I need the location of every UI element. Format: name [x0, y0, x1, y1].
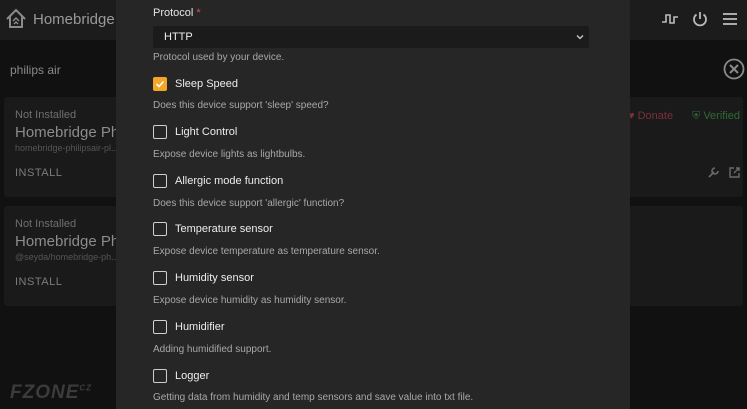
- temperature-sensor-checkbox[interactable]: [153, 222, 167, 236]
- light-control-label: Light Control: [175, 126, 238, 138]
- required-marker: *: [196, 7, 201, 19]
- humidifier-help: Adding humidified support.: [153, 344, 272, 355]
- protocol-select-value: HTTP: [164, 31, 193, 43]
- plugin-package: homebridge-philipsair-pl...: [15, 143, 119, 153]
- donate-link[interactable]: ♥ Donate: [628, 110, 673, 122]
- light-control-checkbox[interactable]: [153, 125, 167, 139]
- verified-label: Verified: [703, 110, 741, 122]
- humidifier-label: Humidifier: [175, 321, 225, 333]
- sleep-speed-checkbox[interactable]: [153, 77, 167, 91]
- donate-label: Donate: [637, 110, 674, 122]
- temperature-sensor-label: Temperature sensor: [175, 223, 273, 235]
- homebridge-logo-icon[interactable]: [4, 7, 28, 31]
- watermark-suffix: CZ: [79, 383, 93, 393]
- watermark-text: FZONE: [10, 382, 80, 403]
- sleep-speed-help: Does this device support 'sleep' speed?: [153, 100, 329, 111]
- clear-search-icon[interactable]: [723, 58, 745, 80]
- humidity-sensor-checkbox[interactable]: [153, 271, 167, 285]
- option-light-control[interactable]: Light Control: [153, 123, 237, 141]
- plugin-status: Not Installed: [15, 109, 77, 121]
- wrench-icon[interactable]: [707, 166, 720, 179]
- power-icon[interactable]: [691, 10, 709, 28]
- checkmark-icon: [155, 80, 165, 88]
- logger-checkbox[interactable]: [153, 369, 167, 383]
- option-humidifier[interactable]: Humidifier: [153, 318, 225, 336]
- plugin-config-modal: Protocol * HTTP Protocol used by your de…: [116, 0, 630, 409]
- external-link-icon[interactable]: [728, 166, 741, 179]
- pulse-icon[interactable]: [661, 10, 679, 28]
- allergic-mode-help: Does this device support 'allergic' func…: [153, 198, 345, 209]
- humidity-sensor-help: Expose device humidity as humidity senso…: [153, 295, 347, 306]
- plugin-status: Not Installed: [15, 218, 77, 230]
- protocol-select[interactable]: HTTP: [153, 26, 589, 48]
- watermark-logo: FZONECZ: [10, 382, 92, 404]
- plugin-name: Homebridge Ph: [15, 124, 120, 141]
- chevron-down-icon: [576, 35, 584, 40]
- plugin-package: @seyda/homebridge-ph...: [15, 252, 119, 262]
- light-control-help: Expose device lights as lightbulbs.: [153, 149, 306, 160]
- option-humidity-sensor[interactable]: Humidity sensor: [153, 269, 254, 287]
- protocol-help: Protocol used by your device.: [153, 52, 285, 63]
- protocol-label: Protocol *: [153, 7, 201, 19]
- verified-badge: ⛨ Verified: [692, 110, 741, 122]
- option-allergic-mode[interactable]: Allergic mode function: [153, 172, 283, 190]
- option-logger[interactable]: Logger: [153, 367, 209, 385]
- option-temperature-sensor[interactable]: Temperature sensor: [153, 220, 273, 238]
- allergic-mode-checkbox[interactable]: [153, 174, 167, 188]
- allergic-mode-label: Allergic mode function: [175, 175, 284, 187]
- install-button[interactable]: INSTALL: [15, 167, 62, 179]
- sleep-speed-label: Sleep Speed: [175, 78, 238, 90]
- logger-help: Getting data from humidity and temp sens…: [153, 392, 474, 403]
- logger-label: Logger: [175, 370, 210, 382]
- option-sleep-speed[interactable]: Sleep Speed: [153, 75, 238, 93]
- install-button[interactable]: INSTALL: [15, 276, 62, 288]
- temperature-sensor-help: Expose device temperature as temperature…: [153, 246, 380, 257]
- search-input[interactable]: philips air: [10, 63, 61, 77]
- menu-icon[interactable]: [721, 10, 739, 28]
- humidity-sensor-label: Humidity sensor: [175, 272, 254, 284]
- app-title[interactable]: Homebridge: [33, 11, 115, 28]
- humidifier-checkbox[interactable]: [153, 320, 167, 334]
- plugin-name: Homebridge Ph: [15, 233, 120, 250]
